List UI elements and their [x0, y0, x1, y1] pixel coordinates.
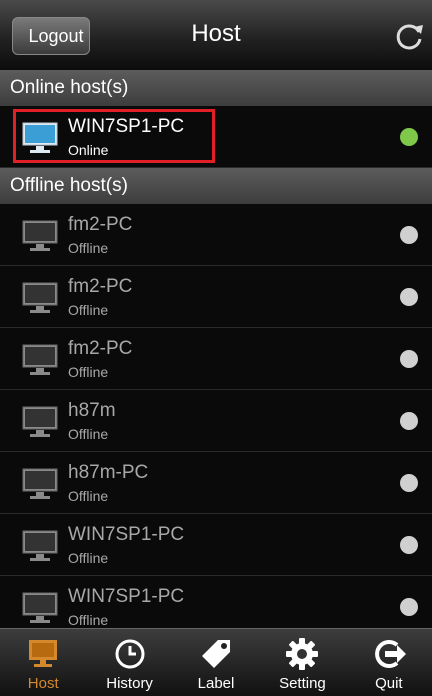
refresh-icon[interactable] — [392, 19, 426, 53]
status-dot-offline — [400, 288, 418, 306]
page-title: Host — [191, 20, 241, 47]
tab-host[interactable]: Host — [0, 629, 86, 696]
monitor-icon — [22, 406, 58, 437]
host-row-offline[interactable]: fm2-PC Offline — [0, 328, 432, 390]
host-row-offline[interactable]: fm2-PC Offline — [0, 266, 432, 328]
tab-label: Quit — [375, 675, 403, 692]
host-name: h87m — [68, 400, 116, 421]
tab-setting[interactable]: Setting — [259, 629, 345, 696]
host-row-offline[interactable]: h87m-PC Offline — [0, 452, 432, 514]
status-dot-offline — [400, 350, 418, 368]
host-status: Offline — [68, 302, 109, 318]
tab-label: Setting — [279, 675, 326, 692]
host-row-offline[interactable]: fm2-PC Offline — [0, 204, 432, 266]
monitor-icon — [22, 282, 58, 313]
host-status: Offline — [68, 488, 109, 504]
host-status: Offline — [68, 240, 109, 256]
tab-history[interactable]: History — [86, 629, 172, 696]
host-status: Offline — [68, 612, 109, 628]
status-dot-offline — [400, 536, 418, 554]
monitor-icon — [22, 468, 58, 499]
host-name: WIN7SP1-PC — [68, 586, 185, 607]
host-status: Offline — [68, 364, 109, 380]
monitor-icon — [22, 122, 58, 153]
monitor-icon — [22, 592, 58, 623]
app-header: Logout Host — [0, 0, 432, 71]
status-dot-offline — [400, 474, 418, 492]
host-name: fm2-PC — [68, 214, 133, 235]
exit-icon — [374, 640, 406, 668]
status-dot-offline — [400, 598, 418, 616]
host-name: WIN7SP1-PC — [68, 116, 185, 137]
clock-icon — [115, 639, 145, 669]
bottom-tab-bar: Host History Label Setting Quit — [0, 628, 432, 696]
host-name: h87m-PC — [68, 462, 149, 483]
gear-icon — [286, 638, 319, 670]
monitor-icon — [29, 640, 58, 667]
monitor-icon — [22, 344, 58, 375]
host-status: Offline — [68, 550, 109, 566]
tab-quit[interactable]: Quit — [346, 629, 432, 696]
tab-label: Label — [197, 675, 235, 692]
status-dot-offline — [400, 226, 418, 244]
host-status: Offline — [68, 426, 109, 442]
host-name: WIN7SP1-PC — [68, 524, 185, 545]
monitor-icon — [22, 530, 58, 561]
monitor-icon — [22, 220, 58, 251]
host-name: fm2-PC — [68, 276, 133, 297]
tab-label: History — [106, 675, 153, 692]
host-name: fm2-PC — [68, 338, 133, 359]
host-row-offline[interactable]: WIN7SP1-PC Offline — [0, 514, 432, 576]
status-dot-offline — [400, 412, 418, 430]
host-row-offline[interactable]: h87m Offline — [0, 390, 432, 452]
host-row-online[interactable]: WIN7SP1-PC Online — [0, 106, 432, 168]
status-dot-online — [400, 128, 418, 146]
host-status: Online — [68, 142, 109, 158]
online-hosts-header: Online host(s) — [0, 70, 432, 106]
tab-label[interactable]: Label — [173, 629, 259, 696]
tab-label: Host — [27, 675, 59, 692]
tag-icon — [202, 640, 231, 668]
offline-hosts-header: Offline host(s) — [0, 168, 432, 204]
